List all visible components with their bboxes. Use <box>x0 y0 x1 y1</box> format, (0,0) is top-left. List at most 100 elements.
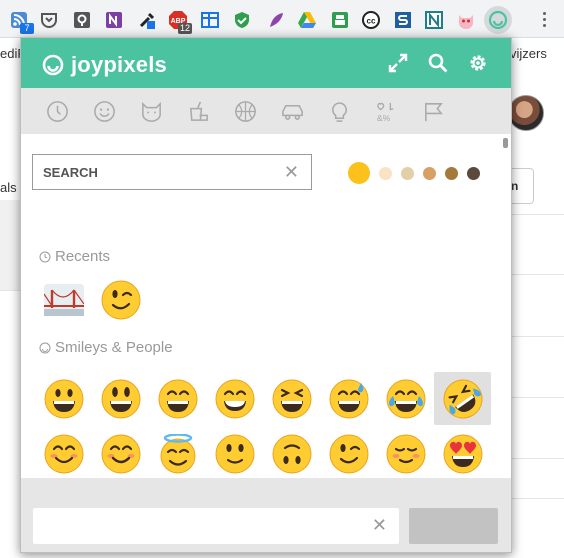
cat-face-icon[interactable] <box>135 95 168 128</box>
grinning-face-icon <box>44 379 83 418</box>
compose-input[interactable] <box>33 508 353 544</box>
emoji-bridge-at-night[interactable] <box>35 273 92 326</box>
emoji-beaming-face[interactable] <box>206 372 263 425</box>
emoji-smiling-face-smiling-eyes[interactable] <box>92 427 149 478</box>
clear-search-icon[interactable]: ✕ <box>284 163 299 181</box>
skin-tone-default[interactable] <box>348 162 370 184</box>
search-icon[interactable] <box>427 52 449 74</box>
printer-icon[interactable] <box>330 10 350 30</box>
skin-tone-option[interactable] <box>379 166 392 180</box>
skin-tone-selector <box>348 162 480 184</box>
background-button[interactable]: n <box>510 168 534 204</box>
skin-tone-option[interactable] <box>423 166 436 180</box>
google-drive-icon[interactable] <box>297 10 317 30</box>
extension-badge: 7 <box>20 23 34 34</box>
divider <box>512 274 564 275</box>
emoji-list[interactable]: ✕ Recents Smileys & People <box>21 134 511 478</box>
smiley-icon[interactable] <box>88 95 121 128</box>
symbols-icon[interactable]: &% <box>370 95 403 128</box>
s-logo-icon[interactable] <box>393 10 413 30</box>
joypixels-logo: joypixels <box>41 52 167 78</box>
compose-field: ✕ <box>33 508 399 544</box>
smiling-face-smiling-eyes-icon <box>101 434 140 473</box>
section-title-smileys: Smileys & People <box>39 339 173 356</box>
settings-gear-icon[interactable] <box>467 52 489 74</box>
face-tears-of-joy-icon <box>386 379 425 418</box>
brand-name: joypixels <box>71 52 167 77</box>
shield-check-icon[interactable] <box>232 10 252 30</box>
skin-tone-option[interactable] <box>467 166 480 180</box>
emoji-smiling-face-heart-eyes[interactable] <box>434 427 491 478</box>
svg-text:cc: cc <box>367 17 376 26</box>
emoji-upside-down-face[interactable] <box>263 427 320 478</box>
winking-face-icon <box>101 280 140 319</box>
expand-icon[interactable] <box>387 52 409 74</box>
relieved-face-icon <box>386 434 425 473</box>
emoji-grinning-face[interactable] <box>35 372 92 425</box>
emoji-row <box>35 372 491 425</box>
grinning-squinting-face-icon <box>272 379 311 418</box>
lightbulb-icon[interactable] <box>323 95 356 128</box>
svg-text:&%: &% <box>377 113 391 123</box>
winking-face-icon <box>329 434 368 473</box>
creative-commons-icon[interactable]: cc <box>361 10 381 30</box>
category-bar: &% <box>21 88 511 134</box>
emoji-picker-popup: joypixels &% ✕ Recents <box>20 37 512 553</box>
emoji-row <box>35 427 491 478</box>
divider <box>512 458 564 459</box>
onenote-icon[interactable] <box>104 10 124 30</box>
feather-icon[interactable] <box>266 10 286 30</box>
joypixels-icon[interactable] <box>484 6 512 34</box>
emoji-smiling-face-halo[interactable] <box>149 427 206 478</box>
smiling-face-heart-eyes-icon <box>443 434 482 473</box>
recent-icon[interactable] <box>41 95 74 128</box>
beaming-face-icon <box>215 379 254 418</box>
divider <box>0 290 20 291</box>
color-picker-icon[interactable] <box>137 10 157 30</box>
scrollbar[interactable] <box>503 138 508 148</box>
emoji-slightly-smiling-face[interactable] <box>206 427 263 478</box>
upside-down-face-icon <box>272 434 311 473</box>
emoji-grinning-squinting-face[interactable] <box>263 372 320 425</box>
emoji-grinning-face-big-eyes[interactable] <box>92 372 149 425</box>
emoji-face-tears-of-joy[interactable] <box>377 372 434 425</box>
avatar[interactable] <box>508 95 544 131</box>
food-icon[interactable] <box>182 95 215 128</box>
emoji-grinning-face-smiling-eyes[interactable] <box>149 372 206 425</box>
smiling-face-halo-icon <box>160 433 195 473</box>
pocket-icon[interactable] <box>39 10 59 30</box>
emoji-rolling-on-floor-laughing[interactable] <box>434 372 491 425</box>
search-input[interactable] <box>33 155 263 189</box>
flag-icon[interactable] <box>417 95 450 128</box>
extension-badge: 12 <box>178 23 193 34</box>
browser-menu-icon[interactable] <box>538 12 550 28</box>
divider <box>512 397 564 398</box>
section-label: Recents <box>55 248 111 265</box>
rolling-on-floor-laughing-icon <box>443 379 482 418</box>
emoji-winking-face[interactable] <box>92 273 149 326</box>
car-icon[interactable] <box>276 95 309 128</box>
skin-tone-option[interactable] <box>401 166 414 180</box>
smiley-outline-icon <box>39 342 51 353</box>
cat-emoji-icon[interactable] <box>456 10 476 30</box>
clear-compose-icon[interactable]: ✕ <box>372 516 387 534</box>
section-title-recents: Recents <box>39 248 110 265</box>
emoji-winking-face[interactable] <box>320 427 377 478</box>
screen-capture-icon[interactable] <box>200 10 220 30</box>
divider <box>512 498 564 499</box>
skin-tone-option[interactable] <box>445 166 458 180</box>
grinning-face-smiling-eyes-icon <box>158 379 197 418</box>
copy-button[interactable] <box>409 508 498 544</box>
emoji-smiling-face[interactable] <box>35 427 92 478</box>
lastpass-icon[interactable] <box>72 10 92 30</box>
search-box: ✕ <box>32 154 312 190</box>
n-logo-icon[interactable] <box>424 10 444 30</box>
grinning-face-sweat-icon <box>329 379 368 418</box>
clock-icon <box>39 251 51 262</box>
emoji-relieved-face[interactable] <box>377 427 434 478</box>
divider <box>512 214 564 215</box>
background-text: vijzers <box>510 46 547 61</box>
grinning-face-big-eyes-icon <box>101 379 140 418</box>
basketball-icon[interactable] <box>229 95 262 128</box>
emoji-grinning-face-sweat[interactable] <box>320 372 377 425</box>
